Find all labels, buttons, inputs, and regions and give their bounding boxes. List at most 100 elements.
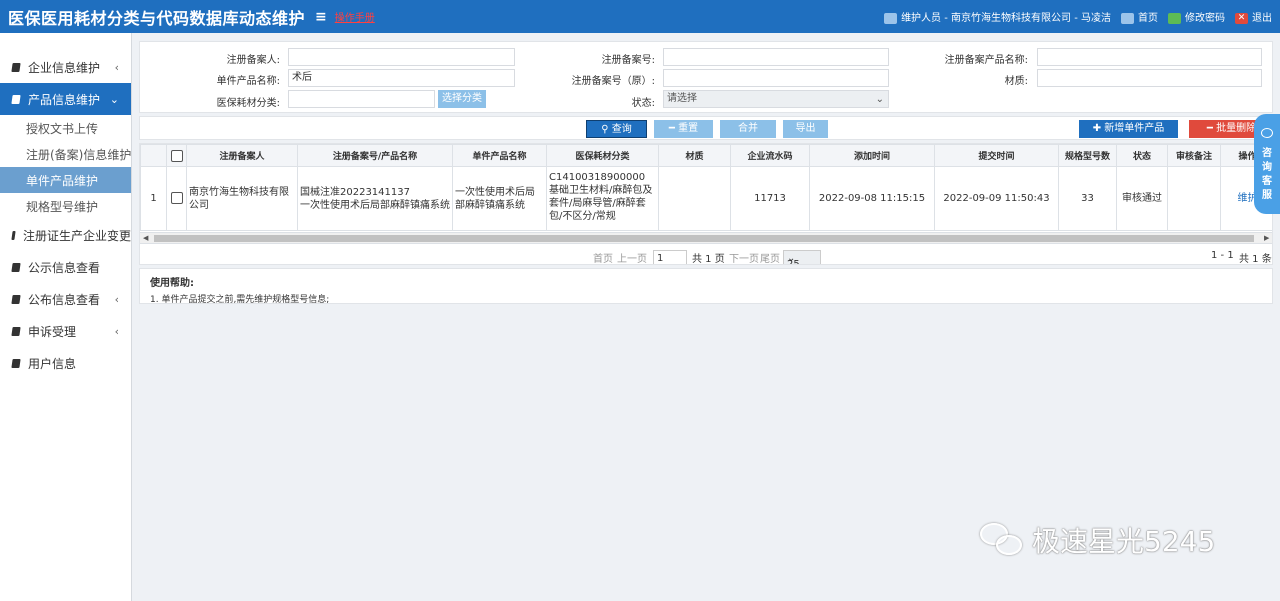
sidebar-item-announcement[interactable]: 公布信息查看 ‹ xyxy=(0,283,131,315)
add-single-product-button[interactable]: ✚ 新增单件产品 xyxy=(1079,120,1178,138)
scroll-right-icon[interactable]: ▶ xyxy=(1264,234,1269,242)
pagination: 首页 上一页 1 共 1 页 下一页 尾页 25 ⌄ 1 - 1 共 1 条 xyxy=(140,243,1272,265)
category-label: 医保耗材分类: xyxy=(216,98,280,109)
chat-icon xyxy=(1261,128,1273,138)
col-select xyxy=(166,144,187,167)
cell-registrant: 南京竹海生物科技有限公司 xyxy=(186,166,298,231)
col-added: 添加时间 xyxy=(809,144,935,167)
sidebar-item-enterprise[interactable]: 企业信息维护 ‹ xyxy=(0,51,131,83)
category-input[interactable] xyxy=(288,90,435,108)
manual-link[interactable]: 操作手册 xyxy=(335,9,375,24)
sidebar-item-cert-change[interactable]: 注册证生产企业变更 xyxy=(0,219,131,251)
table-row[interactable]: 1 南京竹海生物科技有限公司 国械注准20223141137 一次性使用术后局部… xyxy=(140,166,1272,231)
menu-toggle-icon[interactable]: ≡ xyxy=(315,9,327,25)
material-label: 材质: xyxy=(1004,76,1028,87)
reset-button[interactable]: ━ 重置 xyxy=(654,120,713,138)
home-link[interactable]: 首页 xyxy=(1121,9,1158,24)
col-remark: 审核备注 xyxy=(1167,144,1221,167)
col-submitted: 提交时间 xyxy=(934,144,1059,167)
help-panel: 使用帮助: 1. 单件产品提交之前,需先维护规格型号信息; xyxy=(139,268,1273,305)
cell-remark xyxy=(1167,166,1221,231)
cell-submitted: 2022-09-09 11:50:43 xyxy=(934,166,1059,231)
reg-no-input[interactable] xyxy=(663,48,889,66)
cell-category: C14100318900000 基础卫生材料/麻醉包及套件/局麻导管/麻醉套包/… xyxy=(546,166,659,231)
reg-no-orig-label: 注册备案号（原）: xyxy=(571,76,655,87)
sidebar-sub-spec-model[interactable]: 规格型号维护 xyxy=(0,193,131,219)
customer-service-button[interactable]: 咨询客服 xyxy=(1254,114,1280,214)
minus-icon: ━ xyxy=(1206,123,1217,134)
page-size-select[interactable]: 25 ⌄ xyxy=(783,250,821,264)
prev-page-link[interactable]: 上一页 xyxy=(617,250,647,264)
cell-index: 1 xyxy=(140,166,167,231)
minus-icon: ━ xyxy=(668,123,679,134)
reg-no-orig-input[interactable] xyxy=(663,69,889,87)
sidebar-item-appeal[interactable]: 申诉受理 ‹ xyxy=(0,315,131,347)
cell-spec-count: 33 xyxy=(1058,166,1117,231)
sidebar-item-publicity[interactable]: 公示信息查看 xyxy=(0,251,131,283)
merge-button[interactable]: 合并 xyxy=(720,120,776,138)
category-code: C14100318900000 xyxy=(549,172,646,183)
next-page-link[interactable]: 下一页 xyxy=(729,250,759,264)
plus-icon: ✚ xyxy=(1092,123,1105,134)
first-page-link[interactable]: 首页 xyxy=(593,250,613,264)
product-table: 注册备案人 注册备案号/产品名称 单件产品名称 医保耗材分类 材质 企业流水码 … xyxy=(140,144,1272,231)
scroll-thumb[interactable] xyxy=(154,235,1254,242)
close-icon: ✕ xyxy=(1235,12,1248,24)
last-page-link[interactable]: 尾页 xyxy=(760,250,780,264)
chevron-down-icon: ⌄ xyxy=(875,94,884,105)
book-icon xyxy=(11,294,21,304)
category-desc: 基础卫生材料/麻醉包及套件/局麻导管/麻醉套包/不区分/常规 xyxy=(549,185,653,222)
sidebar: 企业信息维护 ‹ 产品信息维护 ⌄ 授权文书上传 注册(备案)信息维护 单件产品… xyxy=(0,33,132,601)
horizontal-scrollbar[interactable]: ◀ ▶ xyxy=(140,232,1272,243)
single-product-label: 单件产品名称: xyxy=(216,76,280,87)
cell-status: 审核通过 xyxy=(1116,166,1168,231)
app-title: 医保医用耗材分类与代码数据库动态维护 xyxy=(8,8,306,28)
select-all-checkbox[interactable] xyxy=(170,149,183,162)
status-label: 状态: xyxy=(631,98,655,109)
cell-select xyxy=(166,166,187,231)
query-button[interactable]: ⚲ 查询 xyxy=(586,120,647,138)
status-select[interactable]: 请选择 ⌄ xyxy=(663,90,889,108)
sidebar-sub-registration[interactable]: 注册(备案)信息维护 xyxy=(0,141,131,167)
col-category: 医保耗材分类 xyxy=(546,144,659,167)
chevron-left-icon: ‹ xyxy=(114,324,119,338)
reg-product-name-label: 注册备案产品名称: xyxy=(944,55,1028,66)
book-icon xyxy=(11,230,16,240)
cell-serial: 11713 xyxy=(730,166,810,231)
home-icon xyxy=(1121,12,1134,24)
search-icon: ⚲ xyxy=(601,124,612,135)
chevron-down-icon: ⌄ xyxy=(109,92,119,106)
range-text: 1 - 1 xyxy=(1211,250,1234,261)
single-product-input[interactable]: 术后 xyxy=(288,69,515,87)
col-registrant: 注册备案人 xyxy=(186,144,298,167)
logout-link[interactable]: ✕ 退出 xyxy=(1235,9,1272,24)
material-input[interactable] xyxy=(1037,69,1262,87)
sidebar-item-user[interactable]: 用户信息 xyxy=(0,347,131,379)
search-panel: 注册备案人: 注册备案号: 注册备案产品名称: 单件产品名称: 术后 注册备案号… xyxy=(139,41,1273,113)
page-number-input[interactable]: 1 xyxy=(653,250,687,264)
select-category-button[interactable]: 选择分类 xyxy=(438,90,486,108)
registrant-input[interactable] xyxy=(288,48,515,66)
cell-material xyxy=(658,166,731,231)
total-pages: 共 1 页 xyxy=(692,254,725,265)
col-spec-count: 规格型号数 xyxy=(1058,144,1117,167)
export-button[interactable]: 导出 xyxy=(783,120,828,138)
col-reg-no: 注册备案号/产品名称 xyxy=(297,144,453,167)
sidebar-item-product[interactable]: 产品信息维护 ⌄ xyxy=(0,83,131,115)
reg-no-label: 注册备案号: xyxy=(601,55,655,66)
sidebar-sub-auth-upload[interactable]: 授权文书上传 xyxy=(0,115,131,141)
reg-product-name-input[interactable] xyxy=(1037,48,1262,66)
cell-single-product: 一次性使用术后局部麻醉镇痛系统 xyxy=(452,166,547,231)
book-icon xyxy=(11,62,21,72)
col-single-product: 单件产品名称 xyxy=(452,144,547,167)
row-checkbox[interactable] xyxy=(170,192,183,204)
total-count: 共 1 条 xyxy=(1239,254,1272,265)
change-password-link[interactable]: 修改密码 xyxy=(1168,9,1225,24)
watermark: 极速星光5245 xyxy=(980,520,1215,560)
sidebar-sub-single-product[interactable]: 单件产品维护 xyxy=(0,167,131,193)
book-icon xyxy=(11,326,21,336)
top-right-menu: 维护人员 - 南京竹海生物科技有限公司 - 马凌洁 首页 修改密码 ✕ 退出 xyxy=(884,0,1272,33)
watermark-text: 极速星光5245 xyxy=(1032,525,1216,558)
scroll-left-icon[interactable]: ◀ xyxy=(143,234,148,242)
